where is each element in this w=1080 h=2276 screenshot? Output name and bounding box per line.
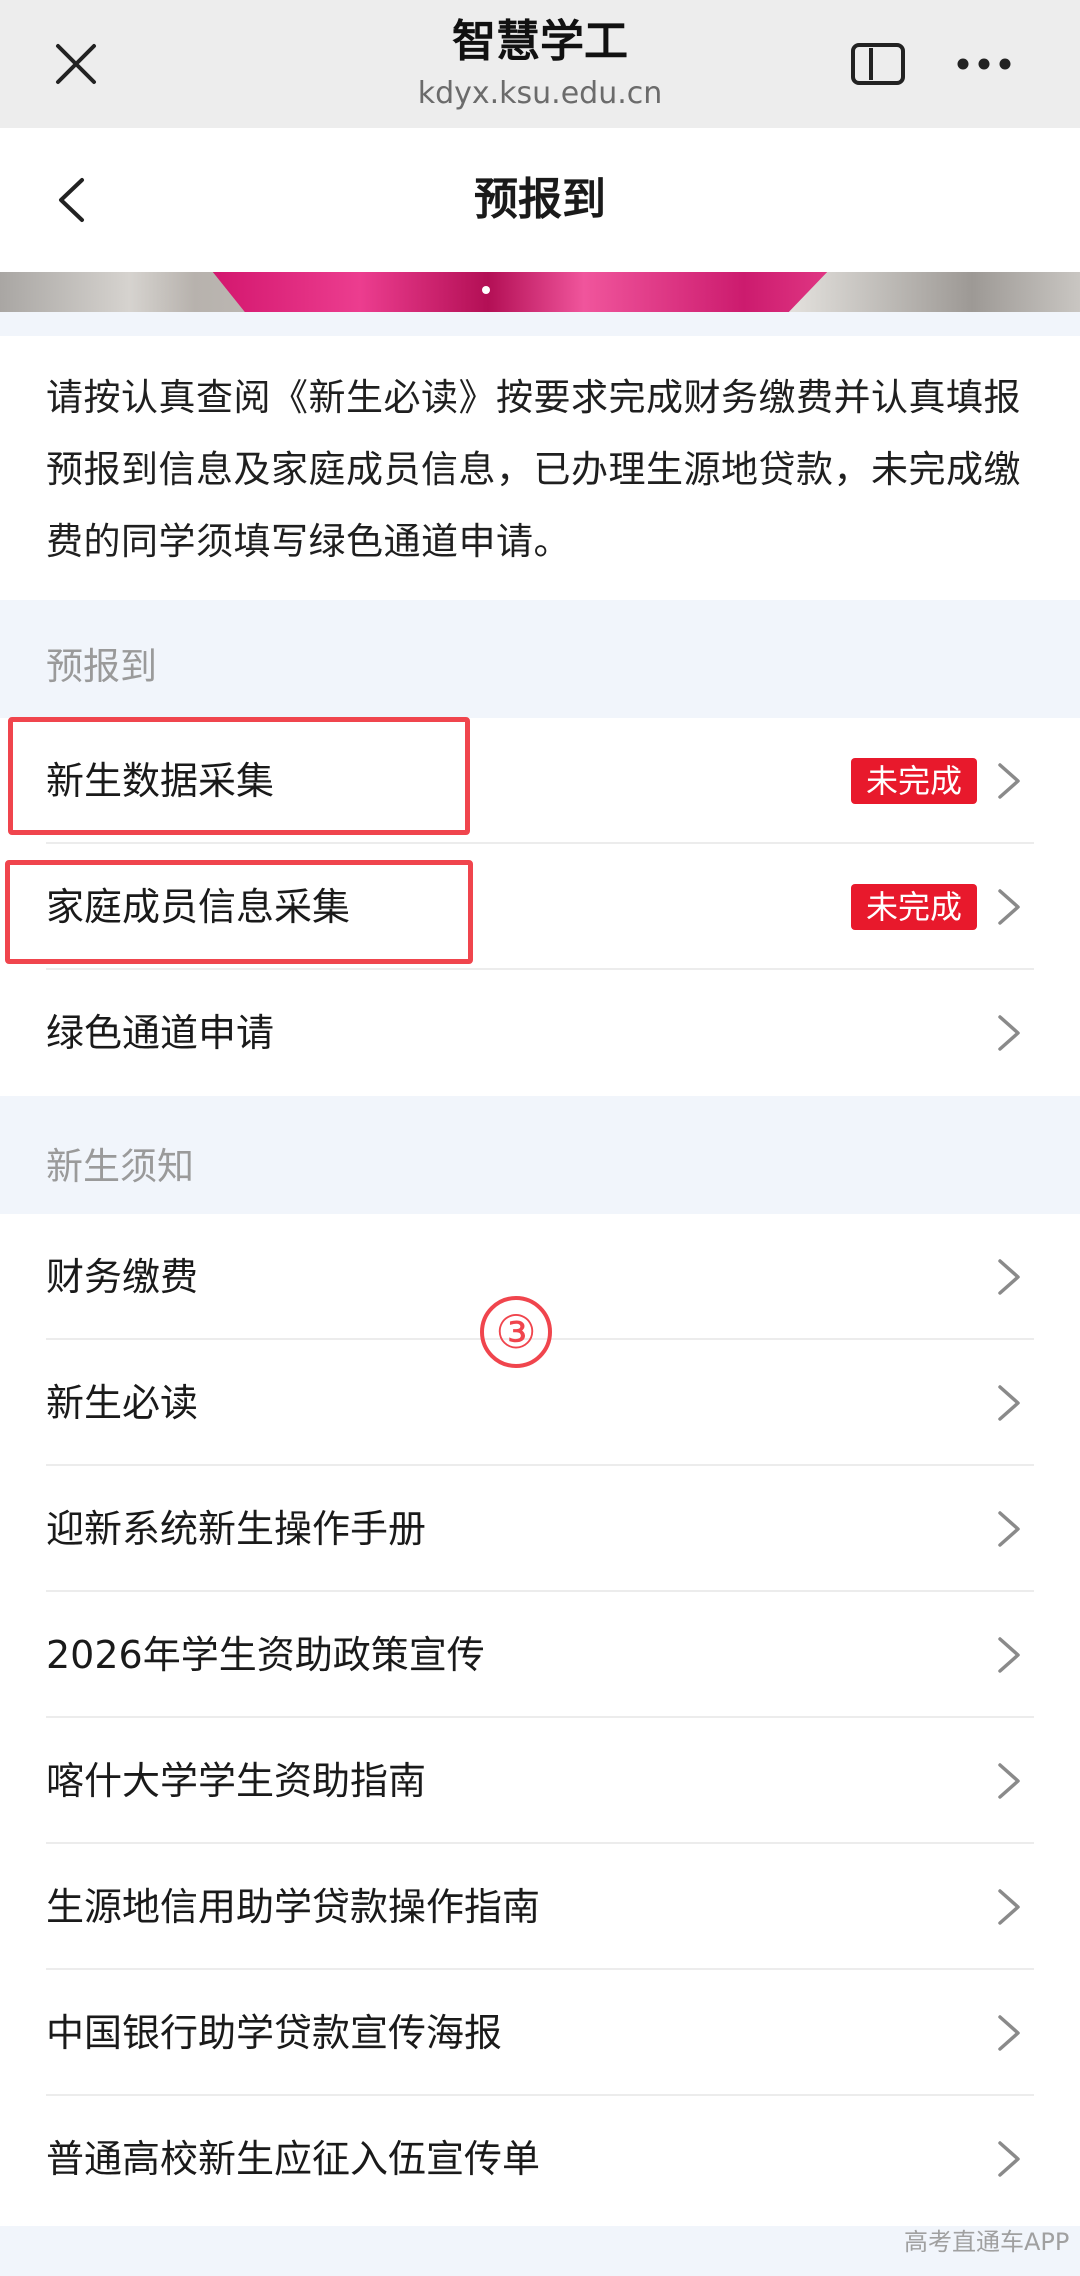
window-button[interactable] <box>838 34 918 94</box>
chevron-right-icon <box>998 763 1020 799</box>
carousel-dot <box>482 286 490 294</box>
status-badge: 未完成 <box>851 758 977 804</box>
window-icon <box>851 43 905 85</box>
status-badge: 未完成 <box>851 884 977 930</box>
back-button[interactable] <box>36 158 106 242</box>
chevron-right-icon <box>998 1511 1020 1547</box>
chevron-right-icon <box>998 1763 1020 1799</box>
list-item-label: 新生必读 <box>46 1381 199 1425</box>
step-marker: ③ <box>480 1296 552 1368</box>
chevron-right-icon <box>998 1889 1020 1925</box>
chevron-right-icon <box>998 1015 1020 1051</box>
list-item-label: 中国银行助学贷款宣传海报 <box>46 2011 503 2055</box>
banner-image[interactable] <box>0 272 1080 312</box>
section-title: 预报到 <box>46 645 157 688</box>
list-item-label: 财务缴费 <box>46 1255 199 1299</box>
chevron-left-icon <box>59 178 84 222</box>
more-icon <box>957 58 1011 70</box>
chevron-right-icon <box>998 2141 1020 2177</box>
list-item-label: 生源地信用助学贷款操作指南 <box>46 1885 541 1929</box>
list-item-enlistment-flyer[interactable]: 普通高校新生应征入伍宣传单 <box>0 2096 1080 2222</box>
section-header-freshman-notice: 新生须知 <box>0 1096 1080 1214</box>
page-title: 预报到 <box>474 174 606 225</box>
section-header-pre-registration: 预报到 <box>0 600 1080 718</box>
list-item-aid-policy[interactable]: 2026年学生资助政策宣传 <box>0 1592 1080 1718</box>
list-item-aid-guide[interactable]: 喀什大学学生资助指南 <box>0 1718 1080 1844</box>
list-item-boc-loan-poster[interactable]: 中国银行助学贷款宣传海报 <box>0 1970 1080 2096</box>
more-button[interactable] <box>944 34 1024 94</box>
browser-title-block: 智慧学工 kdyx.ksu.edu.cn <box>240 14 840 114</box>
watermark: 高考直通车APP <box>904 2228 1070 2256</box>
list-item-label: 迎新系统新生操作手册 <box>46 1507 427 1551</box>
chevron-right-icon <box>998 2015 1020 2051</box>
list-item-label: 绿色通道申请 <box>46 1011 275 1055</box>
chevron-right-icon <box>998 889 1020 925</box>
list-item-green-channel[interactable]: 绿色通道申请 <box>0 970 1080 1096</box>
page-header: 预报到 <box>0 128 1080 272</box>
list-item-loan-guide[interactable]: 生源地信用助学贷款操作指南 <box>0 1844 1080 1970</box>
list-item-operation-manual[interactable]: 迎新系统新生操作手册 <box>0 1466 1080 1592</box>
highlight-box-family-info <box>5 860 473 964</box>
chevron-right-icon <box>998 1385 1020 1421</box>
browser-top-bar: 智慧学工 kdyx.ksu.edu.cn <box>0 0 1080 128</box>
site-title: 智慧学工 <box>452 16 628 67</box>
site-url: kdyx.ksu.edu.cn <box>417 76 663 111</box>
list-item-freshman-must-read[interactable]: 新生必读 <box>0 1340 1080 1466</box>
notice-panel: 请按认真查阅《新生必读》按要求完成财务缴费并认真填报预报到信息及家庭成员信息，已… <box>0 336 1080 600</box>
list-item-label: 2026年学生资助政策宣传 <box>46 1633 485 1677</box>
highlight-box-data-collection <box>8 717 470 835</box>
list-item-label: 喀什大学学生资助指南 <box>46 1759 427 1803</box>
banner-spacer <box>0 312 1080 336</box>
list-item-label: 普通高校新生应征入伍宣传单 <box>46 2137 541 2181</box>
section-title: 新生须知 <box>46 1145 194 1188</box>
banner-flowers <box>212 272 828 312</box>
chevron-right-icon <box>998 1259 1020 1295</box>
close-icon <box>56 44 96 84</box>
close-button[interactable] <box>40 24 112 104</box>
notice-text: 请按认真查阅《新生必读》按要求完成财务缴费并认真填报预报到信息及家庭成员信息，已… <box>46 376 1021 563</box>
chevron-right-icon <box>998 1637 1020 1673</box>
